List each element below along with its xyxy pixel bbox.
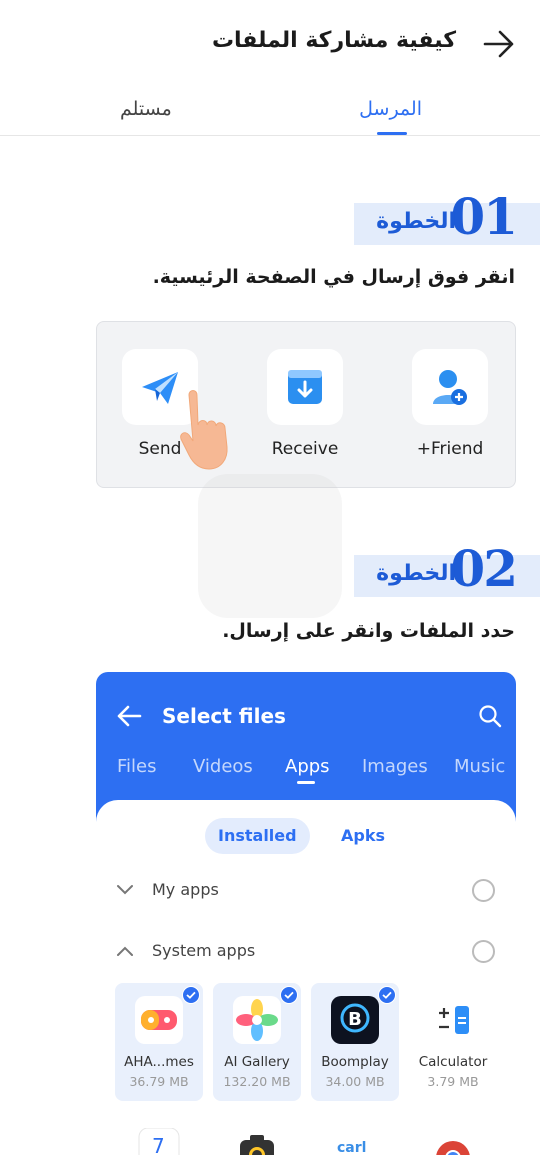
checkmark-icon[interactable] (280, 986, 298, 1004)
receive-tile[interactable] (267, 349, 343, 425)
app-size: 36.79 MB (129, 1074, 189, 1089)
boomplay-icon: B (331, 996, 379, 1044)
step-2-badge: 02 الخطوة (354, 539, 540, 598)
receive-action[interactable]: Receive (265, 349, 345, 459)
tab-apps-indicator (297, 781, 315, 784)
carlcare-label: carl (337, 1140, 367, 1155)
app-size: 3.79 MB (427, 1074, 479, 1089)
app-size: 34.00 MB (325, 1074, 385, 1089)
app-tile-boomplay[interactable]: B Boomplay 34.00 MB (311, 983, 399, 1101)
back-arrow-icon[interactable] (482, 27, 516, 61)
chrome-icon[interactable] (429, 1128, 477, 1155)
svg-text:B: B (348, 1009, 362, 1030)
chevron-up-icon (117, 946, 133, 956)
friend-action[interactable]: +Friend (410, 349, 490, 459)
step-1-badge: 01 الخطوة (354, 187, 540, 246)
calendar-icon[interactable]: 7 (135, 1127, 183, 1155)
back-arrow-icon[interactable] (116, 703, 142, 729)
step-1-word: الخطوة (376, 209, 456, 234)
tab-receiver[interactable]: مستلم (120, 98, 172, 120)
tab-bar: المرسل مستلم (0, 88, 540, 136)
tab-apps[interactable]: Apps (285, 756, 330, 777)
page-title: كيفية مشاركة الملفات (211, 28, 456, 53)
tab-images[interactable]: Images (362, 756, 428, 777)
app-name: AHA...mes (124, 1054, 194, 1070)
chevron-down-icon (117, 885, 133, 895)
tab-indicator (377, 132, 407, 135)
tab-music[interactable]: Music (454, 756, 505, 777)
apps-sheet: Installed Apks My apps System apps AHA..… (96, 800, 516, 1155)
gallery-flower-icon (233, 996, 281, 1044)
select-files-title: Select files (162, 704, 286, 728)
friend-label: +Friend (416, 439, 484, 459)
tab-videos[interactable]: Videos (193, 756, 253, 777)
carlcare-icon[interactable]: carl (331, 1128, 379, 1155)
search-icon[interactable] (478, 704, 502, 728)
header: كيفية مشاركة الملفات (0, 0, 540, 88)
app-tile-aha-games[interactable]: AHA...mes 36.79 MB (115, 983, 203, 1101)
app-tile-calculator[interactable]: Calculator 3.79 MB (409, 983, 497, 1101)
step-1-number: 01 (450, 187, 518, 246)
step-2-number: 02 (450, 539, 518, 598)
aha-games-icon (135, 996, 183, 1044)
calculator-icon (429, 996, 477, 1044)
receive-label: Receive (271, 439, 339, 459)
step-2-instruction: حدد الملفات وانقر على إرسال. (222, 620, 515, 642)
installed-pill[interactable]: Installed (205, 818, 310, 854)
checkmark-icon[interactable] (182, 986, 200, 1004)
app-name: Boomplay (321, 1054, 389, 1070)
add-friend-icon (433, 370, 467, 405)
app-tile-ai-gallery[interactable]: AI Gallery 132.20 MB (213, 983, 301, 1101)
pointing-hand-icon (180, 390, 228, 470)
my-apps-label: My apps (152, 880, 219, 899)
step-2-word: الخطوة (376, 561, 456, 586)
system-apps-label: System apps (152, 941, 256, 960)
app-name: Calculator (418, 1054, 488, 1070)
friend-tile[interactable] (412, 349, 488, 425)
home-actions-card: Send Receive +Friend (96, 321, 516, 488)
group-my-apps[interactable]: My apps (96, 876, 516, 906)
app-name: AI Gallery (224, 1054, 290, 1070)
tab-sender[interactable]: المرسل (359, 98, 422, 120)
app-size: 132.20 MB (223, 1074, 291, 1089)
group-system-apps[interactable]: System apps (96, 937, 516, 967)
tab-files[interactable]: Files (117, 756, 157, 777)
watermark-logo (198, 474, 342, 618)
system-apps-radio[interactable] (472, 940, 495, 963)
select-files-screen: Select files Files Videos Apps Images Mu… (96, 672, 516, 1155)
calendar-date: 7 (152, 1134, 165, 1155)
step-1-instruction: انقر فوق إرسال في الصفحة الرئيسية. (152, 266, 515, 288)
inbox-download-icon (288, 370, 322, 404)
checkmark-icon[interactable] (378, 986, 396, 1004)
my-apps-radio[interactable] (472, 879, 495, 902)
apks-pill[interactable]: Apks (328, 818, 398, 854)
camera-icon[interactable] (233, 1128, 281, 1155)
